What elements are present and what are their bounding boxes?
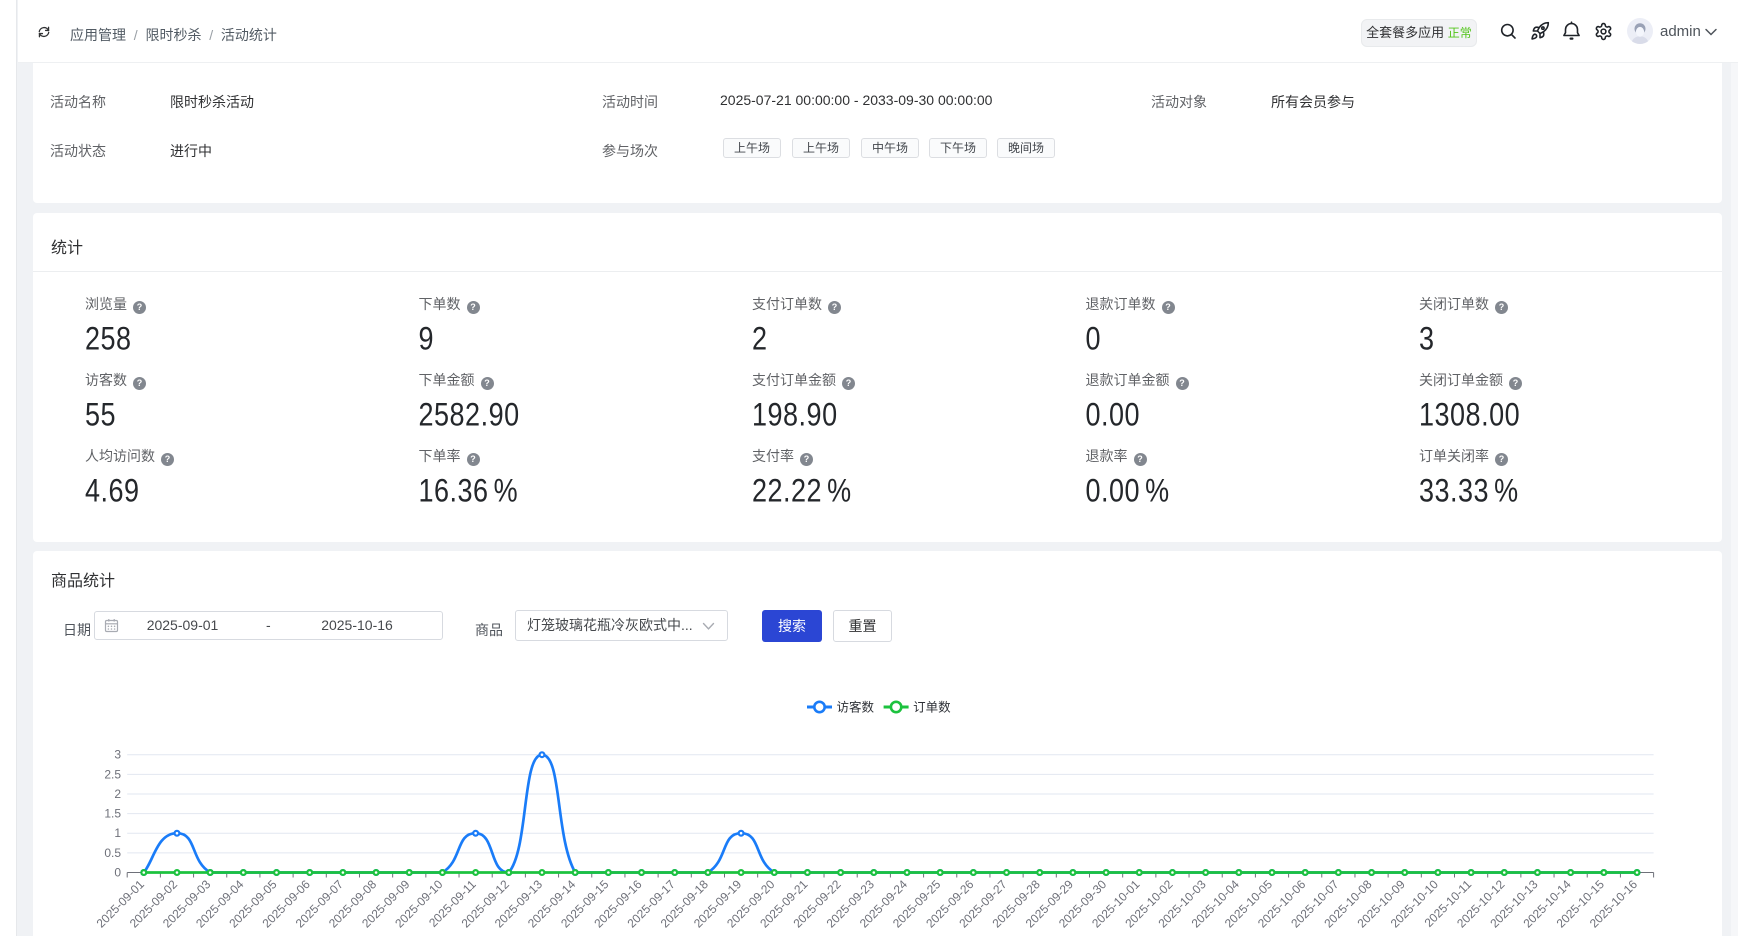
svg-text:1.5: 1.5 [104,807,121,821]
svg-text:3: 3 [114,748,121,762]
svg-text:访客数: 访客数 [837,700,875,715]
svg-text:2.5: 2.5 [104,767,121,781]
svg-text:订单数: 订单数 [913,700,951,715]
svg-text:2: 2 [114,787,121,801]
svg-text:0: 0 [114,866,121,880]
svg-text:1: 1 [114,826,121,840]
svg-text:0.5: 0.5 [104,846,121,860]
